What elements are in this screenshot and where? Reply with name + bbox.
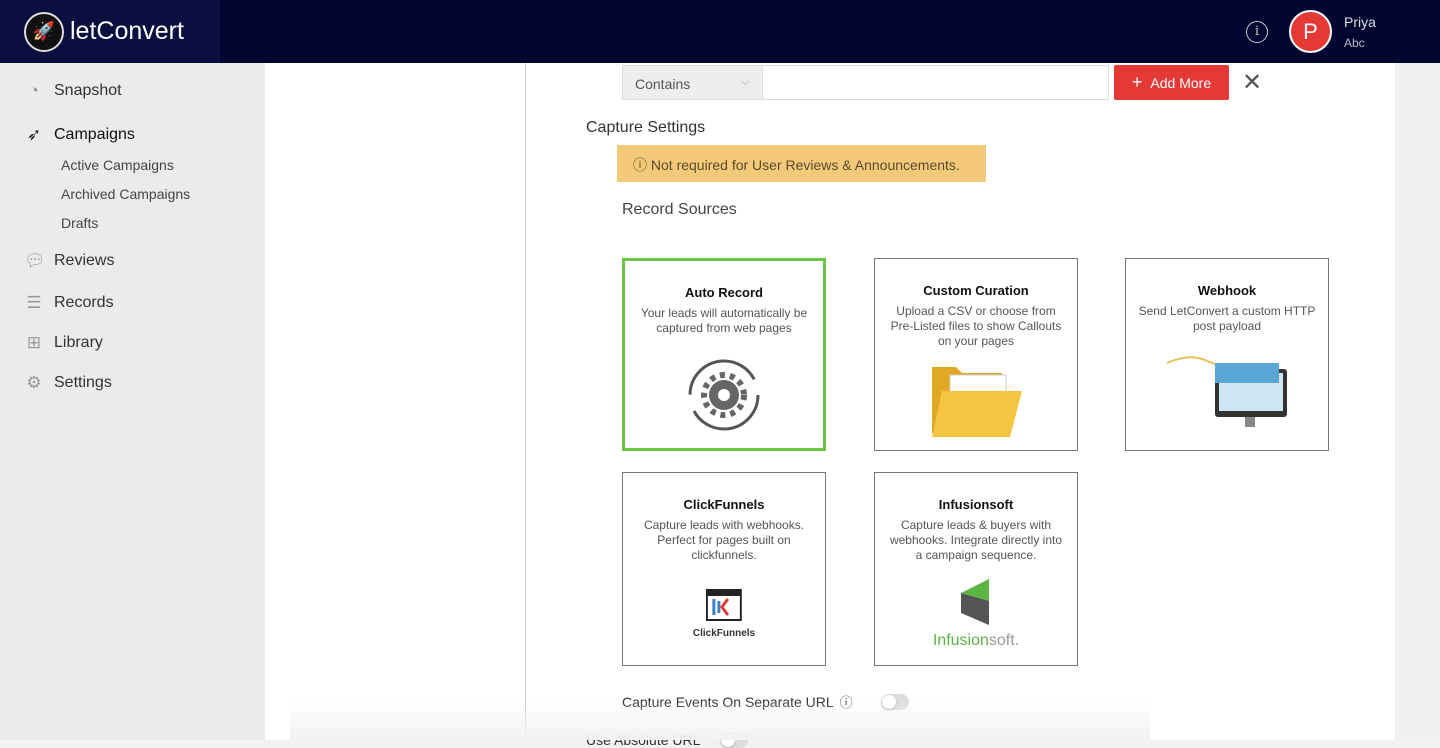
- card-title: ClickFunnels: [683, 497, 765, 512]
- card-desc: Upload a CSV or choose from Pre-Listed f…: [890, 304, 1062, 348]
- condition-value: Contains: [635, 76, 691, 92]
- warning-banner: ⓘ Not required for User Reviews & Announ…: [617, 145, 986, 182]
- info-icon[interactable]: ⓘ: [840, 692, 853, 711]
- list-icon: ☰: [26, 293, 42, 312]
- absolute-url-row: Use Absolute URL: [586, 732, 749, 748]
- source-card-custom-curation[interactable]: Custom Curation Upload a CSV or choose f…: [874, 258, 1078, 451]
- chat-bubble-icon: 💬︎: [24, 251, 46, 270]
- infusionsoft-logo-text: Infusionsoft.: [921, 632, 1031, 650]
- sidebar-item-label: Library: [54, 334, 103, 351]
- logo-text-light: let: [70, 17, 97, 45]
- sidebar-subitem-archived-campaigns[interactable]: Archived Campaigns: [61, 186, 190, 202]
- plus-icon: +: [1131, 72, 1143, 92]
- separate-url-row: Capture Events On Separate URL ⓘ: [622, 692, 909, 711]
- sidebar-subitem-drafts[interactable]: Drafts: [61, 215, 98, 231]
- condition-select[interactable]: Contains ⌵: [622, 65, 763, 100]
- logo[interactable]: 🚀 letConvert: [0, 0, 220, 63]
- user-name[interactable]: Priya: [1344, 14, 1376, 30]
- top-bar: 🚀 letConvert i P Priya Abc: [0, 0, 1440, 63]
- info-icon: ⓘ: [633, 157, 651, 173]
- card-desc: Send LetConvert a custom HTTP post paylo…: [1138, 304, 1316, 333]
- logo-text: letConvert: [70, 17, 184, 46]
- source-card-infusionsoft[interactable]: Infusionsoft Capture leads & buyers with…: [874, 472, 1078, 666]
- separate-url-label: Capture Events On Separate URL: [622, 693, 834, 710]
- add-more-label: Add More: [1150, 74, 1212, 91]
- sidebar-item-reviews[interactable]: 💬︎ Reviews: [24, 251, 114, 271]
- capture-settings-title: Capture Settings: [586, 119, 706, 136]
- webhook-monitor-icon: [1165, 351, 1289, 436]
- chevron-down-icon: ⌵: [740, 74, 750, 88]
- sidebar-item-records[interactable]: ☰ Records: [24, 293, 114, 313]
- absolute-url-label: Use Absolute URL: [586, 732, 701, 748]
- rocket-icon: ➶: [26, 125, 42, 144]
- folder-icon: [930, 363, 1022, 442]
- sidebar-item-library[interactable]: ⊞ Library: [24, 333, 103, 353]
- close-icon[interactable]: ✕: [1242, 68, 1262, 97]
- card-title: Custom Curation: [923, 283, 1029, 298]
- sidebar-item-label: Campaigns: [54, 126, 135, 143]
- card-desc: Capture leads with webhooks. Perfect for…: [643, 518, 805, 562]
- warning-text: Not required for User Reviews & Announce…: [650, 157, 960, 173]
- record-sources-title: Record Sources: [622, 201, 737, 218]
- grid-icon: ⊞: [26, 333, 42, 352]
- card-title: Auto Record: [685, 285, 763, 300]
- card-title: Webhook: [1197, 283, 1257, 298]
- absolute-url-toggle[interactable]: [720, 732, 749, 748]
- rocket-logo-icon: 🚀: [24, 11, 64, 52]
- sidebar-item-campaigns[interactable]: ➶ Campaigns: [24, 125, 135, 145]
- sidebar-item-label: Reviews: [54, 252, 115, 269]
- source-card-auto-record[interactable]: Auto Record Your leads will automaticall…: [622, 258, 826, 451]
- clickfunnels-logo: ClickFunnels: [693, 589, 755, 639]
- sidebar-item-settings[interactable]: ⚙ Settings: [24, 373, 112, 393]
- add-more-button[interactable]: + Add More: [1114, 65, 1229, 100]
- sidebar-item-label: Snapshot: [54, 82, 122, 99]
- card-title: Infusionsoft: [938, 497, 1014, 512]
- separate-url-toggle[interactable]: [880, 693, 909, 710]
- logo-part-b: soft.: [988, 632, 1020, 649]
- sidebar-item-label: Records: [54, 294, 114, 311]
- source-card-clickfunnels[interactable]: ClickFunnels Capture leads with webhooks…: [622, 472, 826, 666]
- infusionsoft-logo: Infusionsoft.: [921, 577, 1031, 650]
- sidebar-item-label: Settings: [54, 374, 112, 391]
- user-org: Abc: [1344, 36, 1365, 50]
- divider: [525, 63, 526, 740]
- sidebar-subitem-active-campaigns[interactable]: Active Campaigns: [61, 157, 174, 173]
- info-icon[interactable]: i: [1246, 21, 1268, 43]
- card-desc: Capture leads & buyers with webhooks. In…: [889, 518, 1063, 562]
- logo-part-a: Infusion: [932, 632, 989, 649]
- gear-icon: ⚙: [26, 373, 42, 392]
- avatar[interactable]: P: [1289, 10, 1332, 53]
- sidebar-item-snapshot[interactable]: ◔ Snapshot: [24, 81, 122, 101]
- logo-text-bold: Convert: [96, 17, 184, 45]
- url-value-input[interactable]: [762, 65, 1109, 100]
- auto-record-gear-icon: [686, 357, 762, 438]
- right-gutter: [1395, 63, 1440, 740]
- clickfunnels-logo-text: ClickFunnels: [692, 628, 756, 639]
- card-desc: Your leads will automatically be capture…: [640, 306, 808, 335]
- speedometer-icon: ◔: [28, 81, 40, 100]
- source-card-webhook[interactable]: Webhook Send LetConvert a custom HTTP po…: [1125, 258, 1329, 451]
